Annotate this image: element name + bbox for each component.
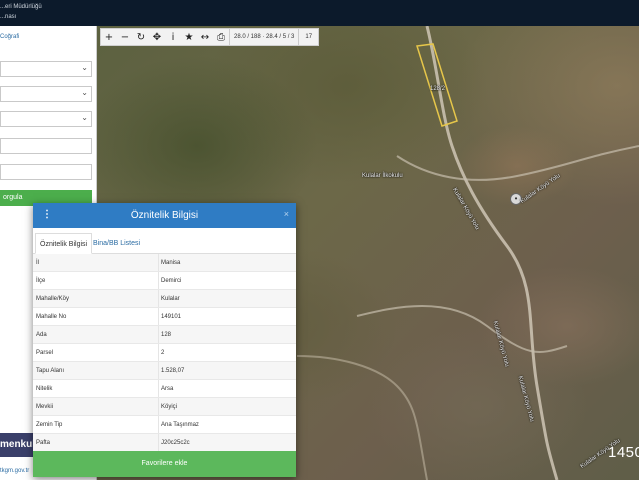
tab-attributes[interactable]: Öznitelik Bilgisi	[35, 233, 93, 254]
table-row: Parsel 2	[33, 344, 296, 362]
row-key: Pafta	[33, 434, 159, 451]
parcel-label: 128/2	[430, 86, 446, 92]
table-row: Ada 128	[33, 326, 296, 344]
header-subtitle: ...nası	[0, 14, 17, 20]
attribute-tabs: Öznitelik Bilgisi Bina/BB Listesi	[33, 228, 296, 254]
row-value: J20c25c2c	[161, 440, 190, 446]
row-key: Mahalle No	[33, 308, 159, 325]
table-row: Mevkii Köyiçi	[33, 398, 296, 416]
info-icon[interactable]: i	[165, 29, 181, 45]
row-value: Kulalar	[161, 296, 180, 302]
row-value: 1.528,07	[161, 368, 185, 374]
refresh-icon[interactable]: ↻	[133, 29, 149, 45]
header-title: ...eri Müdürlüğü	[0, 4, 42, 10]
footer-link[interactable]: tkgm.gov.tr	[0, 468, 29, 474]
row-key: Mahalle/Köy	[33, 290, 159, 307]
row-value: Ana Taşınmaz	[161, 422, 199, 428]
table-row: Pafta J20c25c2c	[33, 434, 296, 452]
row-key: Parsel	[33, 344, 159, 361]
parcel-input[interactable]	[0, 164, 92, 180]
table-row: İl Manisa	[33, 254, 296, 272]
district-select[interactable]: ⌄	[0, 86, 92, 102]
chevron-down-icon: ⌄	[81, 63, 88, 72]
geo-link[interactable]: Coğrafi	[0, 34, 19, 40]
row-key: Mevkii	[33, 398, 159, 415]
chevron-down-icon: ⌄	[81, 88, 88, 97]
close-icon[interactable]: ×	[284, 209, 289, 219]
block-input[interactable]	[0, 138, 92, 154]
row-key: Nitelik	[33, 380, 159, 397]
table-row: Zemin Tip Ana Taşınmaz	[33, 416, 296, 434]
zoom-out-icon[interactable]: −	[117, 29, 133, 45]
pan-icon[interactable]: ✥	[149, 29, 165, 45]
print-icon[interactable]: ⎙	[213, 29, 229, 45]
attribute-panel-header[interactable]: ⋮ Öznitelik Bilgisi ×	[33, 203, 296, 228]
row-value: 2	[161, 350, 165, 356]
corner-number: 1450	[608, 444, 639, 461]
row-value: Demirci	[161, 278, 182, 284]
province-select[interactable]: ⌄	[0, 61, 92, 77]
row-value: 128	[161, 332, 172, 338]
neighborhood-select[interactable]: ⌄	[0, 111, 92, 127]
table-row: Mahalle No 149101	[33, 308, 296, 326]
map-toolbar: + − ↻ ✥ i ★ ↔ ⎙ 28.0 / 188 · 28.4 / 5 / …	[100, 28, 320, 46]
attribute-panel: ⋮ Öznitelik Bilgisi × Öznitelik Bilgisi …	[33, 203, 296, 477]
attribute-panel-title: Öznitelik Bilgisi	[130, 210, 199, 221]
top-header: ...eri Müdürlüğü ...nası	[0, 0, 639, 26]
coordinate-readout: 28.0 / 188 · 28.4 / 5 / 3	[229, 29, 298, 45]
row-key: İlçe	[33, 272, 159, 289]
chevron-down-icon: ⌄	[81, 113, 88, 122]
table-row: İlçe Demirci	[33, 272, 296, 290]
table-row: Tapu Alanı 1.528,07	[33, 362, 296, 380]
table-row: Mahalle/Köy Kulalar	[33, 290, 296, 308]
add-favorite-button[interactable]: Favorilere ekle	[33, 451, 296, 477]
row-key: Ada	[33, 326, 159, 343]
favorite-icon[interactable]: ★	[181, 29, 197, 45]
promo-banner[interactable]: menkul	[0, 433, 34, 457]
row-value: 149101	[161, 314, 182, 320]
attribute-table: İl Manisa İlçe Demirci Mahalle/Köy Kulalar …	[33, 254, 296, 452]
row-key: Tapu Alanı	[33, 362, 159, 379]
zoom-in-icon[interactable]: +	[101, 29, 117, 45]
row-value: Arsa	[161, 386, 174, 392]
measure-icon[interactable]: ↔	[197, 29, 213, 45]
row-value: Köyiçi	[161, 404, 178, 410]
tab-building-list[interactable]: Bina/BB Listesi	[89, 233, 144, 254]
school-label: Kulalar İlkokulu	[362, 173, 403, 179]
row-key: Zemin Tip	[33, 416, 159, 433]
table-row: Nitelik Arsa	[33, 380, 296, 398]
zoom-level: 17	[298, 29, 318, 45]
row-value: Manisa	[161, 260, 181, 266]
row-key: İl	[33, 254, 159, 271]
